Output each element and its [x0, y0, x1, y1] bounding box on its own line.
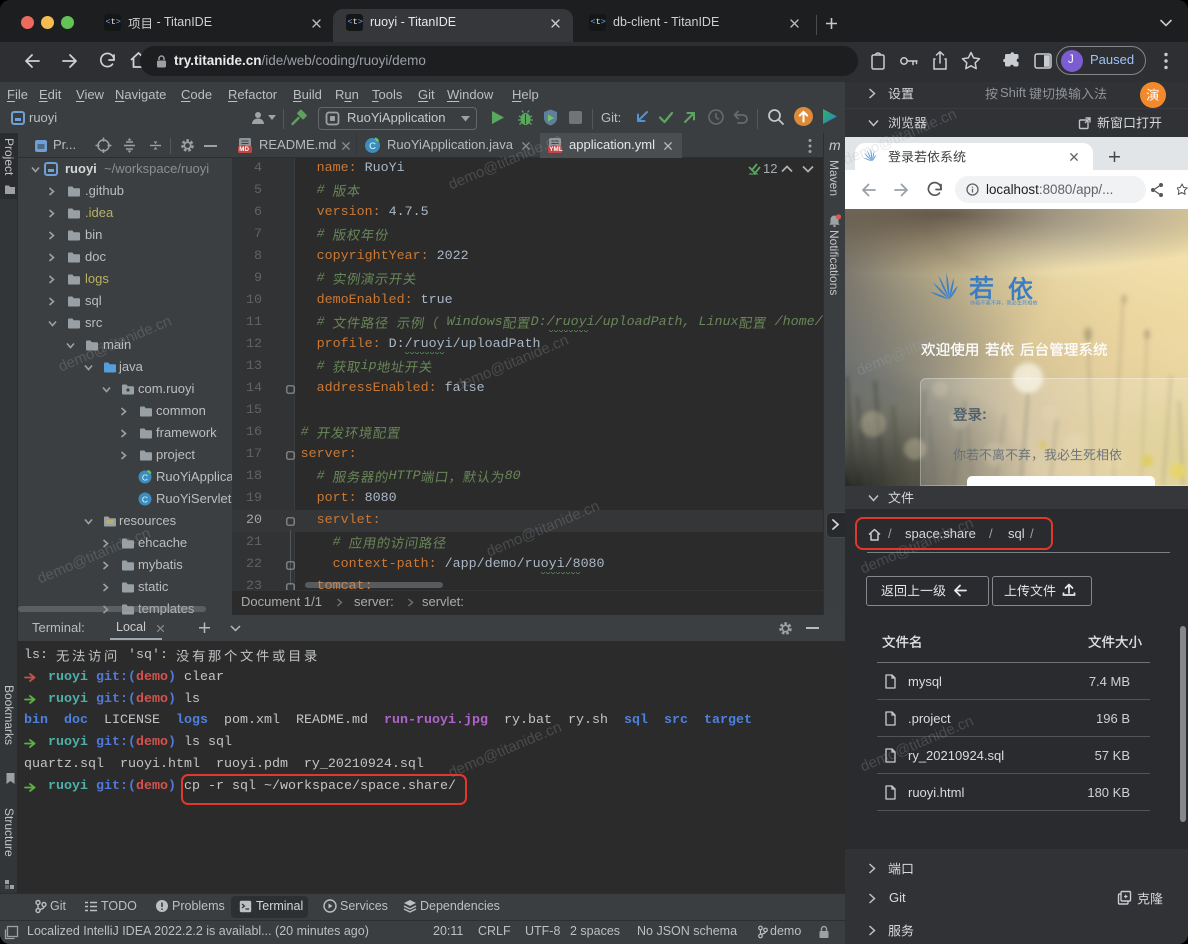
svg-text:C: C: [369, 141, 376, 152]
svg-text:C: C: [142, 472, 148, 482]
svg-text:C: C: [142, 494, 148, 504]
